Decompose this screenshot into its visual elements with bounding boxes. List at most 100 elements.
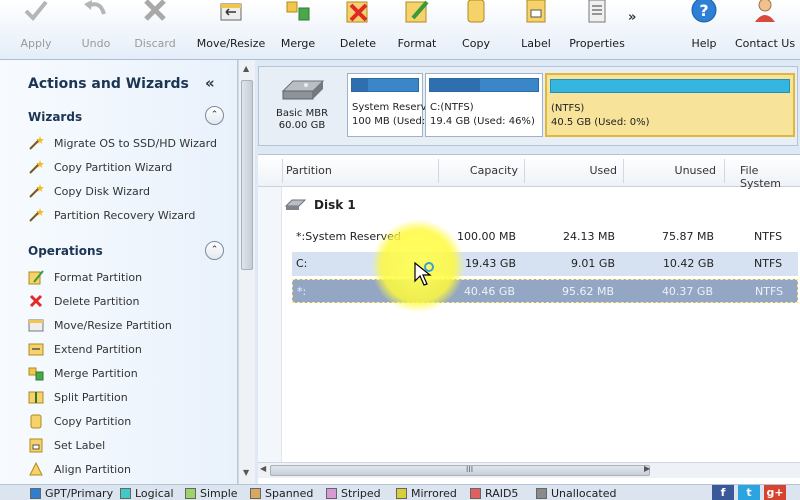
scroll-right-arrow[interactable]: ▶: [644, 464, 650, 473]
cell-used: 9.01 GB: [570, 257, 615, 270]
format-icon: [405, 0, 429, 23]
disk-1-row[interactable]: Disk 1: [284, 195, 356, 215]
legend-label: RAID5: [485, 487, 519, 500]
move-resize-label: Move/Resize: [196, 37, 266, 50]
table-row[interactable]: *:System Reserved 100.00 MB 24.13 MB 75.…: [292, 225, 798, 249]
legend-logical: Logical: [120, 487, 174, 500]
op-merge-partition[interactable]: Merge Partition: [28, 364, 138, 382]
table-horizontal-scrollbar[interactable]: ◀ III ▶: [258, 462, 800, 478]
more-tools-chevron[interactable]: »: [628, 10, 636, 25]
wizard-migrate-os[interactable]: Migrate OS to SSD/HD Wizard: [28, 134, 217, 152]
format-button[interactable]: Format: [396, 0, 438, 58]
move-resize-button[interactable]: Move/Resize: [196, 0, 266, 58]
partition-block-c[interactable]: C:(NTFS) 19.4 GB (Used: 46%): [425, 73, 543, 137]
partition-usage-bar: [351, 78, 419, 92]
wand-icon: [29, 136, 44, 150]
op-extend-partition[interactable]: Extend Partition: [28, 340, 142, 358]
op-align-partition[interactable]: Align Partition: [28, 460, 131, 478]
partition-usage-bar: [550, 79, 790, 93]
merge-button[interactable]: Merge: [278, 0, 318, 58]
undo-arrow-icon: [84, 0, 106, 15]
cell-used: 24.13 MB: [562, 230, 615, 243]
legend-spanned: Spanned: [250, 487, 313, 500]
legend-label: Mirrored: [411, 487, 457, 500]
operation-label: Format Partition: [54, 270, 143, 284]
op-move-resize-partition[interactable]: Move/Resize Partition: [28, 316, 172, 334]
label-button[interactable]: Label: [516, 0, 556, 58]
google-plus-icon[interactable]: g+: [764, 485, 786, 500]
op-delete-partition[interactable]: Delete Partition: [28, 292, 139, 310]
collapse-panel-button[interactable]: «: [205, 74, 215, 92]
wand-icon: [29, 160, 44, 174]
format-label: Format: [397, 37, 437, 50]
delete-button[interactable]: Delete: [336, 0, 380, 58]
op-format-partition[interactable]: Format Partition: [28, 268, 142, 286]
column-separator: [524, 159, 525, 183]
help-button[interactable]: ? Help: [684, 0, 724, 58]
discard-button[interactable]: Discard: [132, 0, 178, 58]
disk-type: Basic MBR: [275, 108, 329, 119]
legend-label: Logical: [135, 487, 174, 500]
copy-button[interactable]: Copy: [456, 0, 496, 58]
legend-label: Striped: [341, 487, 381, 500]
legend-gpt-primary: GPT/Primary: [30, 487, 113, 500]
wizards-collapse-toggle[interactable]: ⌃: [205, 106, 224, 125]
table-row-selected[interactable]: *: 40.46 GB 95.62 MB 40.37 GB NTFS: [292, 279, 798, 303]
cell-partition: C:: [296, 257, 308, 270]
column-header-unused[interactable]: Unused: [675, 164, 716, 177]
partition-size: 100 MB (Used:: [352, 116, 426, 127]
partition-name: C:(NTFS): [430, 102, 474, 113]
partition-block-system-reserved[interactable]: System Reserv 100 MB (Used:: [347, 73, 427, 137]
column-header-used[interactable]: Used: [589, 164, 617, 177]
facebook-icon[interactable]: f: [712, 485, 734, 500]
operations-collapse-toggle[interactable]: ⌃: [205, 241, 224, 260]
twitter-icon[interactable]: t: [738, 485, 760, 500]
column-header-partition[interactable]: Partition: [286, 164, 332, 177]
wizard-copy-partition[interactable]: Copy Partition Wizard: [28, 158, 172, 176]
wizards-section-title: Wizards: [28, 110, 83, 124]
partition-block-ntfs-selected[interactable]: (NTFS) 40.5 GB (Used: 0%): [545, 73, 795, 137]
cell-partition: *:: [297, 285, 307, 298]
merge-icon: [286, 1, 310, 21]
cell-file-system: NTFS: [755, 285, 784, 298]
undo-button[interactable]: Undo: [74, 0, 118, 58]
scroll-up-arrow[interactable]: ▲: [243, 64, 249, 73]
contact-icon: [755, 0, 775, 22]
column-header-capacity[interactable]: Capacity: [470, 164, 518, 177]
cell-unused: 10.42 GB: [662, 257, 714, 270]
copy-label: Copy: [462, 37, 490, 50]
legend-swatch: [250, 488, 261, 499]
operation-label: Delete Partition: [54, 294, 140, 308]
operation-label: Move/Resize Partition: [54, 318, 172, 332]
partition-name: System Reserv: [352, 102, 427, 113]
partition-size: 19.4 GB (Used: 46%): [430, 116, 535, 127]
label-icon: [29, 438, 43, 453]
scroll-down-arrow[interactable]: ▼: [243, 468, 249, 477]
scroll-left-arrow[interactable]: ◀: [260, 464, 266, 473]
scroll-thumb[interactable]: III: [270, 465, 650, 476]
format-icon: [28, 270, 44, 285]
contact-us-button[interactable]: Contact Us: [735, 0, 795, 58]
op-copy-partition[interactable]: Copy Partition: [28, 412, 131, 430]
help-icon: ?: [691, 0, 717, 23]
legend-bar: GPT/Primary Logical Simple Spanned Strip…: [0, 484, 800, 500]
hard-disk-icon: [281, 80, 325, 100]
table-row[interactable]: C: 19.43 GB 9.01 GB 10.42 GB NTFS: [292, 252, 798, 276]
left-panel-scrollbar[interactable]: ▲ ▼: [238, 60, 255, 484]
wizard-partition-recovery[interactable]: Partition Recovery Wizard: [28, 206, 195, 224]
toolbar: Apply Undo Discard Move/Resize Merge Del…: [0, 0, 800, 60]
move-resize-icon: [28, 319, 44, 332]
operation-label: Extend Partition: [54, 342, 142, 356]
apply-label: Apply: [20, 37, 52, 50]
apply-button[interactable]: Apply: [14, 0, 58, 58]
legend-raid5: RAID5: [470, 487, 518, 500]
operation-label: Align Partition: [54, 462, 131, 476]
x-icon: [144, 0, 166, 21]
disk-1-block[interactable]: Basic MBR 60.00 GB: [261, 71, 343, 141]
column-header-file-system[interactable]: File System: [740, 164, 800, 190]
properties-button[interactable]: Properties: [568, 0, 626, 58]
wizard-copy-disk[interactable]: Copy Disk Wizard: [28, 182, 150, 200]
op-set-label[interactable]: Set Label: [28, 436, 105, 454]
op-split-partition[interactable]: Split Partition: [28, 388, 128, 406]
scroll-thumb[interactable]: [241, 80, 253, 270]
